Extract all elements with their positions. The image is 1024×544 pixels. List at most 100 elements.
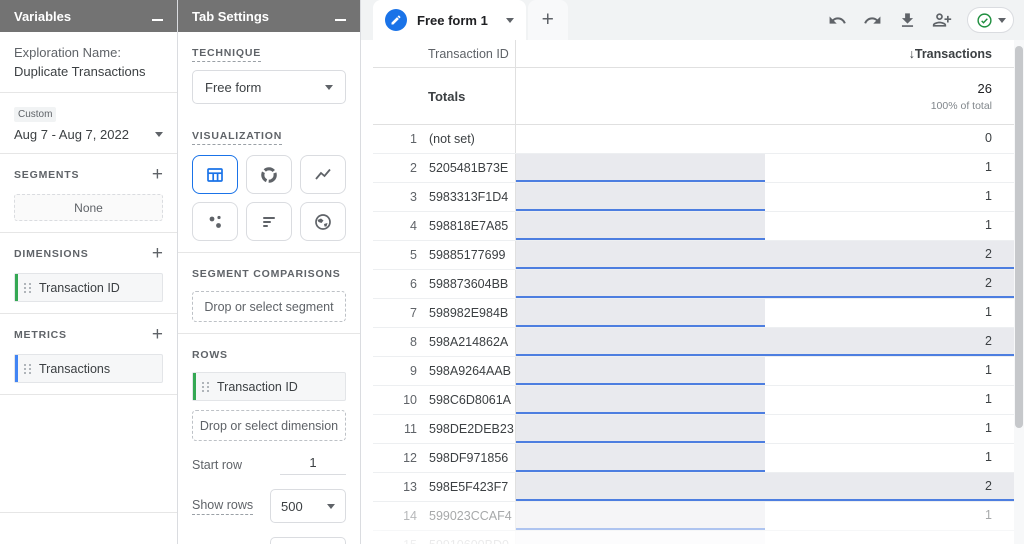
metric-cell: 1 xyxy=(516,502,1014,530)
value-bar xyxy=(516,415,765,443)
row-index: 6 xyxy=(373,270,417,298)
viz-scatter-plot-button[interactable] xyxy=(192,202,238,241)
table-row[interactable]: 13598E5F423F7 2 xyxy=(373,473,1014,502)
metric-cell: 1 xyxy=(516,444,1014,472)
table-row[interactable]: 7598982E984B1 xyxy=(373,299,1014,328)
metric-cell: 1 xyxy=(516,299,1014,327)
metric-value: 1 xyxy=(985,386,992,413)
show-rows-value: 500 xyxy=(281,499,303,514)
add-dimension-button[interactable]: + xyxy=(152,245,163,263)
table-row[interactable]: 4598818E7A851 xyxy=(373,212,1014,241)
vertical-scrollbar[interactable] xyxy=(1014,40,1024,544)
redo-icon xyxy=(863,11,882,30)
row-index: 7 xyxy=(373,299,417,327)
show-rows-select[interactable]: 500 xyxy=(270,489,346,523)
redo-button[interactable] xyxy=(862,10,882,30)
scrollbar-thumb[interactable] xyxy=(1015,46,1023,428)
metric-chip-transactions[interactable]: Transactions xyxy=(14,354,163,383)
chevron-down-icon[interactable] xyxy=(155,132,163,137)
add-segment-button[interactable]: + xyxy=(152,166,163,184)
transaction-id-cell: 5205481B73E xyxy=(417,154,516,182)
drag-handle-icon[interactable] xyxy=(202,382,210,392)
nested-rows-select[interactable]: No xyxy=(270,537,346,544)
minimize-icon[interactable] xyxy=(152,19,163,21)
viz-line-chart-button[interactable] xyxy=(300,155,346,194)
add-tab-button[interactable]: + xyxy=(528,0,568,40)
table-row[interactable]: 25205481B73E1 xyxy=(373,154,1014,183)
viz-geo-map-button[interactable] xyxy=(300,202,346,241)
drag-handle-icon[interactable] xyxy=(24,283,32,293)
value-bar xyxy=(516,531,765,544)
technique-section: TECHNIQUE Free form xyxy=(178,32,360,115)
tab-free-form-1[interactable]: Free form 1 xyxy=(373,0,526,40)
tab-label: Free form 1 xyxy=(417,13,488,28)
rows-chip-transaction-id[interactable]: Transaction ID xyxy=(192,372,346,401)
dimensions-section: DIMENSIONS + Transaction ID xyxy=(0,233,177,314)
minimize-icon[interactable] xyxy=(335,19,346,21)
transaction-id-cell: 598C6D8061A xyxy=(417,386,516,414)
segments-label: SEGMENTS xyxy=(14,169,79,181)
value-bar xyxy=(516,328,1014,356)
date-badge: Custom xyxy=(14,107,56,122)
segment-dropzone[interactable]: Drop or select segment xyxy=(192,291,346,322)
table-row[interactable]: 12598DF9718561 xyxy=(373,444,1014,473)
share-button[interactable] xyxy=(932,10,952,30)
metric-cell: 1 xyxy=(516,183,1014,211)
row-index: 9 xyxy=(373,357,417,385)
add-metric-button[interactable]: + xyxy=(152,326,163,344)
metric-value: 1 xyxy=(985,299,992,326)
viz-donut-chart-button[interactable] xyxy=(246,155,292,194)
start-row-input[interactable]: 1 xyxy=(280,455,346,475)
transaction-id-cell: 598A214862A xyxy=(417,328,516,356)
row-index: 1 xyxy=(373,125,417,153)
table-row[interactable]: 14599023CCAF41 xyxy=(373,502,1014,531)
toolbar xyxy=(827,0,1014,40)
value-bar xyxy=(516,502,765,530)
metric-column-header[interactable]: ↓Transactions xyxy=(516,47,1014,61)
date-range-section[interactable]: Custom Aug 7 - Aug 7, 2022 xyxy=(0,93,177,154)
table-row[interactable]: 10598C6D8061A1 xyxy=(373,386,1014,415)
table-row[interactable]: 6598873604BB2 xyxy=(373,270,1014,299)
exploration-name-value[interactable]: Duplicate Transactions xyxy=(14,62,163,81)
table-row[interactable]: 5598851776992 xyxy=(373,241,1014,270)
metric-cell: 1 xyxy=(516,386,1014,414)
dimension-column-header[interactable]: Transaction ID xyxy=(373,40,516,67)
exploration-name-section[interactable]: Exploration Name: Duplicate Transactions xyxy=(0,32,177,93)
chevron-down-icon[interactable] xyxy=(506,18,514,23)
technique-select[interactable]: Free form xyxy=(192,70,346,104)
download-button[interactable] xyxy=(897,10,917,30)
viz-bar-chart-button[interactable] xyxy=(246,202,292,241)
segments-empty-chip[interactable]: None xyxy=(14,194,163,221)
table-row[interactable]: 8598A214862A2 xyxy=(373,328,1014,357)
row-index: 12 xyxy=(373,444,417,472)
table-row[interactable]: 11598DE2DEB231 xyxy=(373,415,1014,444)
date-range-value[interactable]: Aug 7 - Aug 7, 2022 xyxy=(14,127,129,142)
drag-handle-icon[interactable] xyxy=(24,364,32,374)
table-row[interactable]: 1(not set)0 xyxy=(373,125,1014,154)
totals-label: Totals xyxy=(373,68,516,124)
tab-settings-panel: Tab Settings TECHNIQUE Free form VISUALI… xyxy=(178,0,361,544)
dimension-dropzone[interactable]: Drop or select dimension xyxy=(192,410,346,441)
totals-share: 100% of total xyxy=(931,100,992,112)
value-bar xyxy=(516,444,765,472)
metric-value: 2 xyxy=(985,473,992,500)
metric-cell: 1 xyxy=(516,415,1014,443)
row-index: 4 xyxy=(373,212,417,240)
technique-label: TECHNIQUE xyxy=(192,47,261,62)
variables-panel-header: Variables xyxy=(0,0,177,32)
value-bar xyxy=(516,183,765,211)
value-bar xyxy=(516,212,765,240)
geo-map-icon xyxy=(313,212,333,232)
viz-table-button[interactable] xyxy=(192,155,238,194)
applied-steps-button[interactable] xyxy=(967,7,1014,33)
transaction-id-cell: 598E5F423F7 xyxy=(417,473,516,501)
table-row[interactable]: 35983313F1D41 xyxy=(373,183,1014,212)
undo-button[interactable] xyxy=(827,10,847,30)
totals-value: 26 xyxy=(978,81,992,96)
row-index: 13 xyxy=(373,473,417,501)
table-row[interactable]: 9598A9264AAB1 xyxy=(373,357,1014,386)
segment-comparisons-section: SEGMENT COMPARISONS Drop or select segme… xyxy=(178,253,360,334)
table-row[interactable]: 1559910600BD0 xyxy=(373,531,1014,544)
transaction-id-cell: 598DF971856 xyxy=(417,444,516,472)
dimension-chip-transaction-id[interactable]: Transaction ID xyxy=(14,273,163,302)
